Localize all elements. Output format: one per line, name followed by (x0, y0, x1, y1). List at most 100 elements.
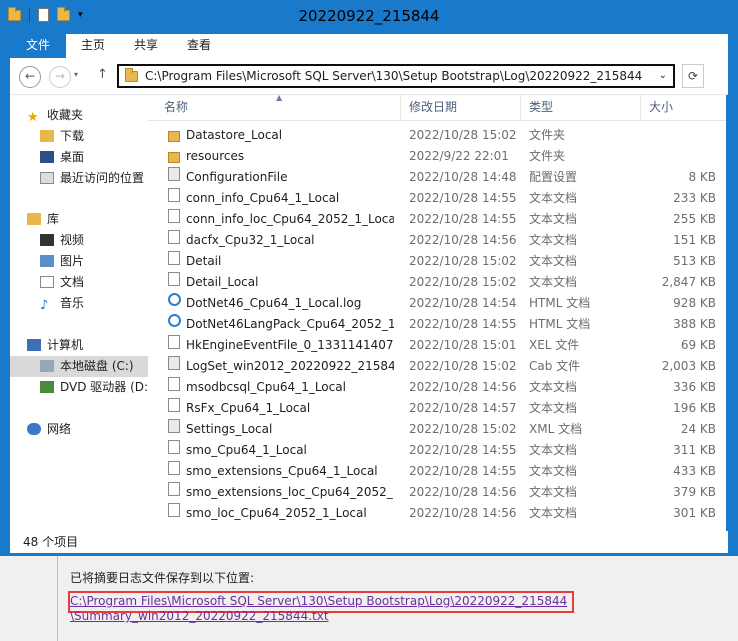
doc-icon (168, 503, 180, 517)
file-row[interactable]: LogSet_win2012_20220922_215844 2022/10/28… (148, 356, 726, 377)
file-row[interactable]: resources 2022/9/22 22:01 文件夹 (148, 146, 726, 167)
file-row[interactable]: Datastore_Local 2022/10/28 15:02 文件夹 (148, 125, 726, 146)
tab-view[interactable]: 查看 (174, 34, 224, 58)
file-size: 2,003 KB (661, 359, 716, 373)
file-row[interactable]: smo_loc_Cpu64_2052_1_Local 2022/10/28 14:… (148, 503, 726, 524)
file-date: 2022/10/28 14:55 (409, 317, 517, 331)
file-type: XEL 文件 (529, 338, 580, 352)
log-message: 已将摘要日志文件保存到以下位置: (70, 571, 255, 585)
file-row[interactable]: Settings_Local 2022/10/28 15:02 XML 文档 24 K… (148, 419, 726, 440)
file-row[interactable]: Detail_Local 2022/10/28 15:02 文本文档 2,847 KB (148, 272, 726, 293)
file-row[interactable]: conn_info_loc_Cpu64_2052_1_Local 2022/10/… (148, 209, 726, 230)
config-icon (168, 419, 180, 433)
nav-libraries[interactable]: 库 (27, 209, 59, 230)
ie-icon (168, 314, 181, 327)
file-name: conn_info_Cpu64_1_Local (186, 191, 340, 205)
nav-desktop[interactable]: 桌面 (40, 147, 84, 168)
file-row[interactable]: Detail 2022/10/28 15:02 文本文档 513 KB (148, 251, 726, 272)
up-arrow-icon[interactable]: ↑ (97, 67, 108, 82)
file-row[interactable]: conn_info_Cpu64_1_Local 2022/10/28 14:55 文… (148, 188, 726, 209)
navigation-pane: ★ 收藏夹 下载 桌面 最近访问的位置 库 视频 图片 文档 ♪ 音乐 计算机 本地… (10, 95, 148, 531)
file-size: 196 KB (673, 401, 716, 415)
file-row[interactable]: DotNet46_Cpu64_1_Local.log 2022/10/28 14:… (148, 293, 726, 314)
address-path: C:\Program Files\Microsoft SQL Server\13… (145, 69, 643, 83)
nav-dvd-drive[interactable]: DVD 驱动器 (D: (40, 377, 148, 398)
file-row[interactable]: dacfx_Cpu32_1_Local 2022/10/28 14:56 文本文档 1… (148, 230, 726, 251)
file-size: 151 KB (673, 233, 716, 247)
file-name: smo_extensions_Cpu64_1_Local (186, 464, 378, 478)
recent-locations-icon[interactable]: ▾ (74, 70, 78, 79)
address-bar-row: ← → ▾ ↑ C:\Program Files\Microsoft SQL S… (10, 58, 728, 95)
nav-local-disk-c[interactable]: 本地磁盘 (C:) (10, 356, 148, 377)
downloads-icon (40, 130, 54, 142)
nav-computer[interactable]: 计算机 (27, 335, 83, 356)
file-date: 2022/10/28 14:55 (409, 191, 517, 205)
col-date[interactable]: 修改日期 (403, 95, 521, 121)
explorer-window: ▾ 20220922_215844 文件 主页 共享 查看 ← → ▾ ↑ C:… (0, 0, 738, 556)
desktop-icon (40, 151, 54, 163)
file-type: 文本文档 (529, 380, 578, 394)
file-name: resources (186, 149, 245, 163)
star-icon: ★ (27, 110, 39, 125)
file-name: Detail_Local (186, 275, 259, 289)
file-row[interactable]: smo_Cpu64_1_Local 2022/10/28 14:55 文本文档 311… (148, 440, 726, 461)
file-type: XML 文档 (529, 422, 583, 436)
file-name: HkEngineEventFile_0_13311414070... (186, 338, 394, 352)
file-name: conn_info_loc_Cpu64_2052_1_Local (186, 212, 394, 226)
file-type: 文件夹 (529, 128, 566, 142)
tab-home[interactable]: 主页 (68, 34, 118, 58)
forward-button[interactable]: → (49, 66, 71, 88)
col-name[interactable]: 名称 (158, 95, 401, 121)
col-type[interactable]: 类型 (523, 95, 641, 121)
file-name: Detail (186, 254, 222, 268)
nav-network[interactable]: 网络 (27, 419, 71, 440)
nav-documents[interactable]: 文档 (40, 272, 84, 293)
nav-favorites[interactable]: ★ 收藏夹 (27, 105, 83, 126)
file-type: 文本文档 (529, 254, 578, 268)
file-type: HTML 文档 (529, 296, 591, 310)
title-bar: ▾ 20220922_215844 (0, 0, 738, 34)
nav-videos[interactable]: 视频 (40, 230, 84, 251)
file-type: 文件夹 (529, 149, 566, 163)
column-header: ▲ 名称 修改日期 类型 大小 (148, 95, 726, 121)
file-row[interactable]: RsFx_Cpu64_1_Local 2022/10/28 14:57 文本文档 19… (148, 398, 726, 419)
file-row[interactable]: HkEngineEventFile_0_13311414070... 2022/1… (148, 335, 726, 356)
file-date: 2022/10/28 14:57 (409, 401, 517, 415)
chevron-down-icon[interactable]: ⌄ (659, 66, 667, 86)
file-date: 2022/10/28 14:56 (409, 233, 517, 247)
file-date: 2022/10/28 15:01 (409, 338, 517, 352)
file-row[interactable]: msodbcsql_Cpu64_1_Local 2022/10/28 14:56 文… (148, 377, 726, 398)
folder-icon (168, 131, 180, 142)
nav-recent[interactable]: 最近访问的位置 (40, 168, 144, 189)
file-row[interactable]: smo_extensions_Cpu64_1_Local 2022/10/28 1… (148, 461, 726, 482)
file-name: LogSet_win2012_20220922_215844 (186, 359, 394, 373)
status-bar: 48 个项目 (10, 531, 728, 553)
log-file-link[interactable]: \Summary_win2012_20220922_215844.txt (70, 609, 329, 623)
file-row[interactable]: ConfigurationFile 2022/10/28 14:48 配置设置 8 K… (148, 167, 726, 188)
doc-icon (168, 251, 180, 265)
nav-downloads[interactable]: 下载 (40, 126, 84, 147)
refresh-button[interactable]: ⟳ (682, 64, 704, 88)
col-size[interactable]: 大小 (643, 95, 726, 121)
file-date: 2022/10/28 15:02 (409, 128, 517, 142)
tab-file[interactable]: 文件 (10, 34, 66, 58)
window-title: 20220922_215844 (298, 7, 440, 25)
log-path-link[interactable]: C:\Program Files\Microsoft SQL Server\13… (70, 594, 567, 608)
file-name: msodbcsql_Cpu64_1_Local (186, 380, 346, 394)
file-type: 文本文档 (529, 506, 578, 520)
file-size: 301 KB (673, 506, 716, 520)
panel-divider (57, 556, 58, 641)
pictures-icon (40, 255, 54, 267)
back-button[interactable]: ← (19, 66, 41, 88)
nav-pictures[interactable]: 图片 (40, 251, 84, 272)
file-size: 311 KB (673, 443, 716, 457)
folder-icon (125, 68, 138, 82)
tab-share[interactable]: 共享 (121, 34, 171, 58)
file-row[interactable]: smo_extensions_loc_Cpu64_2052_1... 2022/1… (148, 482, 726, 503)
library-icon (27, 213, 41, 225)
file-name: DotNet46_Cpu64_1_Local.log (186, 296, 362, 310)
address-input[interactable]: C:\Program Files\Microsoft SQL Server\13… (117, 64, 675, 88)
file-date: 2022/10/28 14:56 (409, 380, 517, 394)
file-row[interactable]: DotNet46LangPack_Cpu64_2052_1... 2022/10/… (148, 314, 726, 335)
nav-music[interactable]: ♪ 音乐 (40, 293, 84, 314)
